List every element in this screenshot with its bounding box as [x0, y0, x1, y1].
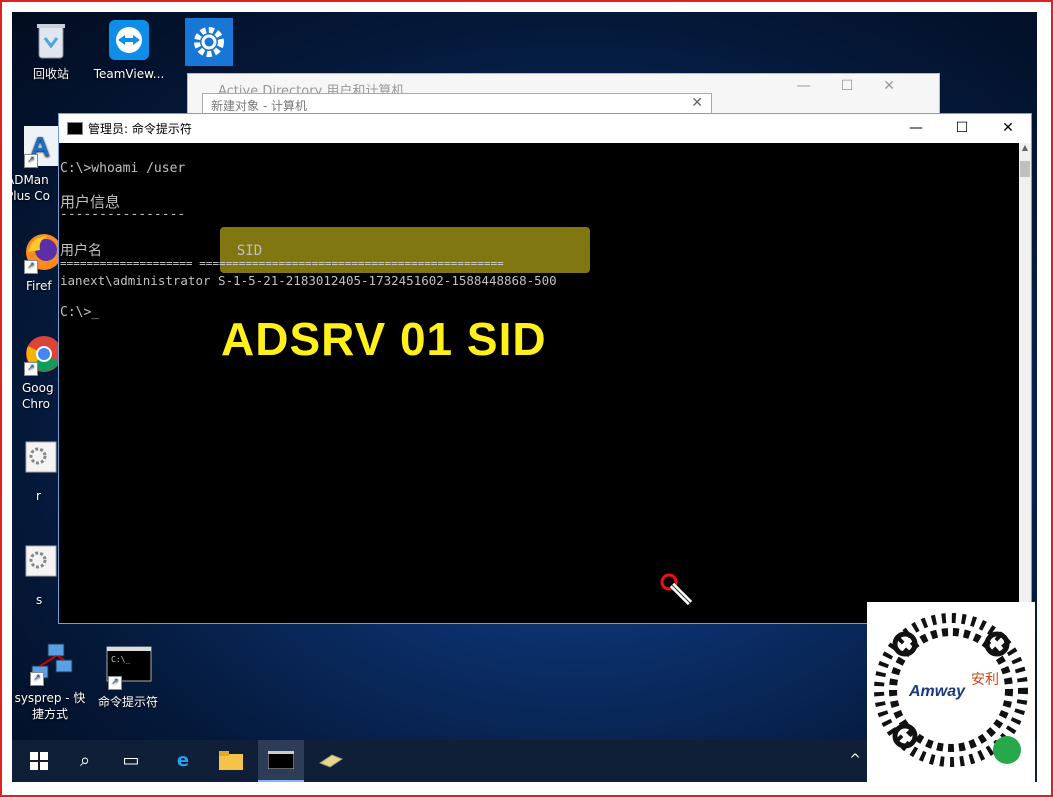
scroll-up-icon[interactable]: ▲ [1019, 143, 1031, 157]
console-output[interactable]: C:\>whoami /user 用户信息 ---------------- 用… [59, 143, 1019, 623]
seal-mark: 安利 [971, 672, 999, 688]
desktop-icon-settings[interactable] [167, 18, 247, 66]
qr-code-watermark: Amway 安利 [867, 602, 1035, 782]
recycle-bin-icon [29, 18, 73, 62]
console-line: C:\>whoami /user [60, 161, 186, 176]
maximize-button[interactable]: ☐ [939, 114, 985, 143]
amway-logo: Amway [908, 683, 966, 700]
window-titlebar[interactable]: 管理员: 命令提示符 — ☐ ✕ [59, 114, 1031, 143]
svg-text:C:\_: C:\_ [111, 655, 130, 664]
window-controls[interactable]: —☐✕ [797, 78, 925, 94]
desktop-icon-sysprep[interactable]: ↗ sysprep - 快捷方式 [12, 642, 90, 722]
vertical-scrollbar[interactable]: ▲ [1019, 143, 1031, 623]
close-button[interactable]: ✕ [985, 114, 1031, 143]
icon-label: r [36, 489, 41, 503]
tray-chevron-icon[interactable]: ^ [849, 752, 861, 768]
icon-label: Goog Chro [22, 381, 54, 411]
taskbar-cmd-button[interactable] [258, 740, 304, 782]
close-icon[interactable]: ✕ [691, 95, 703, 111]
settings-gear-icon [185, 18, 233, 66]
console-line: ==================== ===================… [60, 257, 504, 270]
overlay-caption: ADSRV 01 SID [221, 313, 547, 365]
cmd-icon: C:\_ ↗ [106, 646, 152, 690]
icon-label: Firef [26, 279, 52, 293]
start-button[interactable] [16, 740, 62, 782]
desktop-icon-teamviewer[interactable]: TeamView... [89, 18, 169, 82]
console-line: ---------------- [60, 207, 186, 222]
pen-cursor-icon [660, 573, 700, 617]
icon-label: 命令提示符 [97, 695, 158, 709]
ad-tool-icon[interactable] [308, 740, 354, 782]
sysprep-network-icon: ↗ [28, 642, 73, 686]
icon-label: 回收站 [32, 67, 69, 81]
icon-label: sysprep - 快捷方式 [14, 691, 86, 721]
icon-label: s [36, 593, 43, 607]
windows-logo-icon [30, 752, 48, 770]
search-icon[interactable]: ⌕ [62, 740, 108, 782]
window-title: 管理员: 命令提示符 [88, 122, 192, 136]
minimize-button[interactable]: — [893, 114, 939, 143]
console-line: ianext\administrator S-1-5-21-2183012405… [60, 273, 557, 288]
file-explorer-icon[interactable] [208, 740, 254, 782]
cmd-icon [67, 122, 83, 135]
icon-label: ADMan Plus Co [12, 173, 50, 203]
console-line: C:\>_ [60, 305, 100, 320]
task-view-icon[interactable]: ▭ [108, 740, 154, 782]
command-prompt-window[interactable]: 管理员: 命令提示符 — ☐ ✕ C:\>whoami /user 用户信息 -… [58, 113, 1032, 624]
desktop-icon-cmd[interactable]: C:\_ ↗ 命令提示符 [88, 646, 168, 710]
teamviewer-icon [107, 18, 151, 62]
icon-label: TeamView... [93, 67, 165, 81]
internet-explorer-icon[interactable]: e [160, 740, 206, 782]
scroll-thumb[interactable] [1020, 161, 1030, 177]
desktop-icon-recycle-bin[interactable]: 回收站 [12, 18, 91, 82]
desktop: 回收站 TeamView... A ↗ ADMan Plus Co ↗ Fire… [12, 12, 1037, 782]
dialog-title: 新建对象 - 计算机 [211, 99, 307, 113]
